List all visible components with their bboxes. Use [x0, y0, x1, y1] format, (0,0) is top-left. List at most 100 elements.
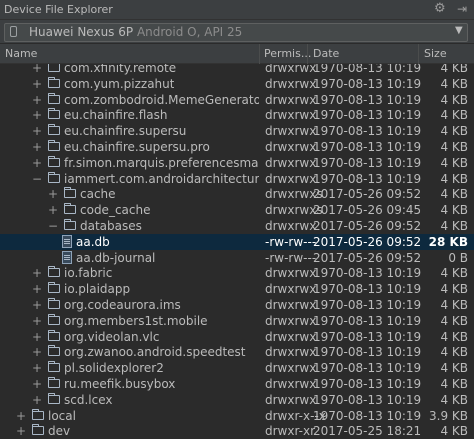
- file-row[interactable]: aa.db -rw-rw--- 2017-05-26 09:52 28 KB: [0, 233, 474, 250]
- expand-icon[interactable]: +: [31, 64, 43, 76]
- item-date: 1970-08-13 10:19: [313, 361, 422, 376]
- expand-icon[interactable]: +: [31, 155, 43, 171]
- folder-row[interactable]: + local drwxr-x--x 1970-08-13 10:19 3.9 KB: [0, 408, 474, 424]
- expand-icon[interactable]: +: [31, 392, 43, 408]
- expand-icon[interactable]: +: [31, 123, 43, 139]
- item-size: 3.9 KB: [429, 408, 468, 423]
- item-date: 1970-08-13 10:19: [313, 108, 422, 123]
- item-size: 4 KB: [440, 219, 468, 233]
- expand-icon[interactable]: +: [31, 92, 43, 108]
- panel-titlebar: Device File Explorer ⚙ ⇥: [0, 0, 474, 20]
- folder-icon: [48, 108, 60, 120]
- item-permissions: -rw-rw---: [265, 234, 317, 249]
- folder-row[interactable]: + ru.meefik.busybox drwxrwx 1970-08-13 10:1…: [0, 376, 474, 392]
- folder-row[interactable]: + io.plaidapp drwxrwx 1970-08-13 10:19 4 KB: [0, 281, 474, 297]
- folder-row[interactable]: + org.zwanoo.android.speedtest drwxrwx 1970…: [0, 344, 474, 360]
- file-tree: + com.xfinity.remote drwxrwx 1970-08-13 10:…: [0, 64, 474, 439]
- folder-row[interactable]: + io.fabric drwxrwx 1970-08-13 10:19 4 KB: [0, 265, 474, 281]
- item-name: com.zombodroid.MemeGenerator: [64, 92, 259, 107]
- folder-row[interactable]: + org.videolan.vlc drwxrwx 1970-08-13 10:19…: [0, 329, 474, 345]
- folder-icon: [64, 219, 76, 230]
- folder-row[interactable]: − databases drwxrwx 2017-05-26 09:52 4 KB: [0, 218, 474, 234]
- folder-row[interactable]: + eu.chainfire.supersu.pro drwxrwx 1970-08-…: [0, 139, 474, 155]
- column-divider[interactable]: [259, 44, 260, 64]
- expand-icon[interactable]: +: [47, 202, 59, 218]
- item-date: 1970-08-13 10:19: [313, 329, 422, 344]
- column-name[interactable]: Name: [5, 47, 37, 60]
- item-name: io.plaidapp: [64, 282, 131, 297]
- folder-row[interactable]: + dev drwxr-xr 2017-05-25 18:21 4 KB: [0, 423, 474, 439]
- item-permissions: -rw-rw---: [265, 250, 317, 265]
- expand-icon[interactable]: +: [31, 313, 43, 329]
- item-name: local: [48, 408, 76, 423]
- folder-row[interactable]: + fr.simon.marquis.preferencesmanager drwx…: [0, 155, 474, 171]
- expand-icon[interactable]: +: [31, 76, 43, 92]
- item-size: 4 KB: [440, 64, 468, 75]
- item-permissions: drwxrwx: [265, 377, 317, 391]
- item-name: org.members1st.mobile: [64, 313, 208, 328]
- item-size: 4 KB: [440, 203, 468, 218]
- column-permissions[interactable]: Permis...: [264, 47, 311, 60]
- folder-icon: [48, 392, 60, 404]
- folder-row[interactable]: + eu.chainfire.supersu drwxrwx 1970-08-13 1…: [0, 123, 474, 139]
- column-divider[interactable]: [418, 44, 419, 64]
- folder-icon: [48, 345, 60, 357]
- folder-row[interactable]: + org.codeaurora.ims drwxrwx 1970-08-13 10:…: [0, 297, 474, 313]
- expand-icon[interactable]: +: [31, 360, 43, 376]
- item-name: scd.lcex: [64, 392, 113, 407]
- item-name: io.fabric: [64, 266, 113, 281]
- device-selector[interactable]: Huawei Nexus 6P Android O, API 25 ▼: [4, 23, 468, 42]
- file-icon: [62, 234, 72, 248]
- item-name: dev: [48, 424, 71, 439]
- folder-row[interactable]: + com.zombodroid.MemeGenerator drwxrwx 1970…: [0, 92, 474, 108]
- column-size[interactable]: Size: [424, 47, 447, 60]
- collapse-icon[interactable]: −: [31, 171, 43, 187]
- item-permissions: drwxrwx: [265, 108, 317, 123]
- expand-icon[interactable]: +: [15, 423, 27, 439]
- expand-icon[interactable]: +: [31, 139, 43, 155]
- item-permissions: drwxrwx: [265, 298, 317, 312]
- item-size: 4 KB: [440, 377, 468, 391]
- expand-icon[interactable]: +: [31, 329, 43, 345]
- item-permissions: drwxrwx: [265, 329, 317, 344]
- folder-row[interactable]: − iammert.com.androidarchitecture drwxrwx 1…: [0, 171, 474, 187]
- item-name: org.zwanoo.android.speedtest: [64, 345, 246, 360]
- folder-row[interactable]: + scd.lcex drwxrwx 1970-08-13 10:19 4 KB: [0, 392, 474, 408]
- column-divider[interactable]: [307, 44, 308, 64]
- item-permissions: drwxrwx: [265, 313, 317, 328]
- item-date: 1970-08-13 10:19: [313, 408, 422, 423]
- folder-row[interactable]: + pl.solidexplorer2 drwxrwx 1970-08-13 10:1…: [0, 360, 474, 376]
- expand-icon[interactable]: +: [47, 186, 59, 202]
- chevron-down-icon: ▼: [455, 25, 463, 36]
- expand-icon[interactable]: +: [31, 265, 43, 281]
- folder-row[interactable]: + cache drwxrwxs 2017-05-26 09:52 4 KB: [0, 186, 474, 202]
- item-permissions: drwxrwx: [265, 345, 317, 360]
- item-date: 1970-08-13 10:19: [313, 155, 422, 170]
- folder-icon: [48, 298, 60, 309]
- gear-icon[interactable]: ⚙: [434, 1, 446, 16]
- folder-icon: [48, 361, 60, 373]
- expand-icon[interactable]: +: [15, 408, 27, 424]
- expand-icon[interactable]: +: [31, 297, 43, 313]
- collapse-icon[interactable]: −: [47, 218, 59, 234]
- item-date: 1970-08-13 10:19: [313, 171, 422, 186]
- item-size: 28 KB: [428, 234, 468, 249]
- folder-row[interactable]: + code_cache drwxrwxs 2017-05-26 09:45 4 KB: [0, 202, 474, 218]
- folder-row[interactable]: + com.xfinity.remote drwxrwx 1970-08-13 10:…: [0, 64, 474, 76]
- folder-row[interactable]: + org.members1st.mobile drwxrwx 1970-08-13 …: [0, 313, 474, 329]
- item-name: org.videolan.vlc: [64, 329, 160, 344]
- column-date[interactable]: Date: [313, 47, 339, 60]
- folder-row[interactable]: + com.yum.pizzahut drwxrwx 1970-08-13 10:19…: [0, 76, 474, 92]
- hide-panel-icon[interactable]: ⇥: [457, 2, 467, 16]
- file-row[interactable]: aa.db-journal -rw-rw--- 2017-05-26 09:52 0 …: [0, 250, 474, 266]
- item-permissions: drwxrwx: [265, 266, 317, 281]
- file-icon: [62, 250, 72, 264]
- expand-icon[interactable]: +: [31, 376, 43, 392]
- folder-row[interactable]: + eu.chainfire.flash drwxrwx 1970-08-13 10:…: [0, 107, 474, 123]
- expand-icon[interactable]: +: [31, 107, 43, 123]
- item-permissions: drwxrwx: [265, 361, 317, 376]
- item-size: 4 KB: [440, 361, 468, 376]
- expand-icon[interactable]: +: [31, 281, 43, 297]
- expand-icon[interactable]: +: [31, 344, 43, 360]
- folder-icon: [32, 408, 44, 420]
